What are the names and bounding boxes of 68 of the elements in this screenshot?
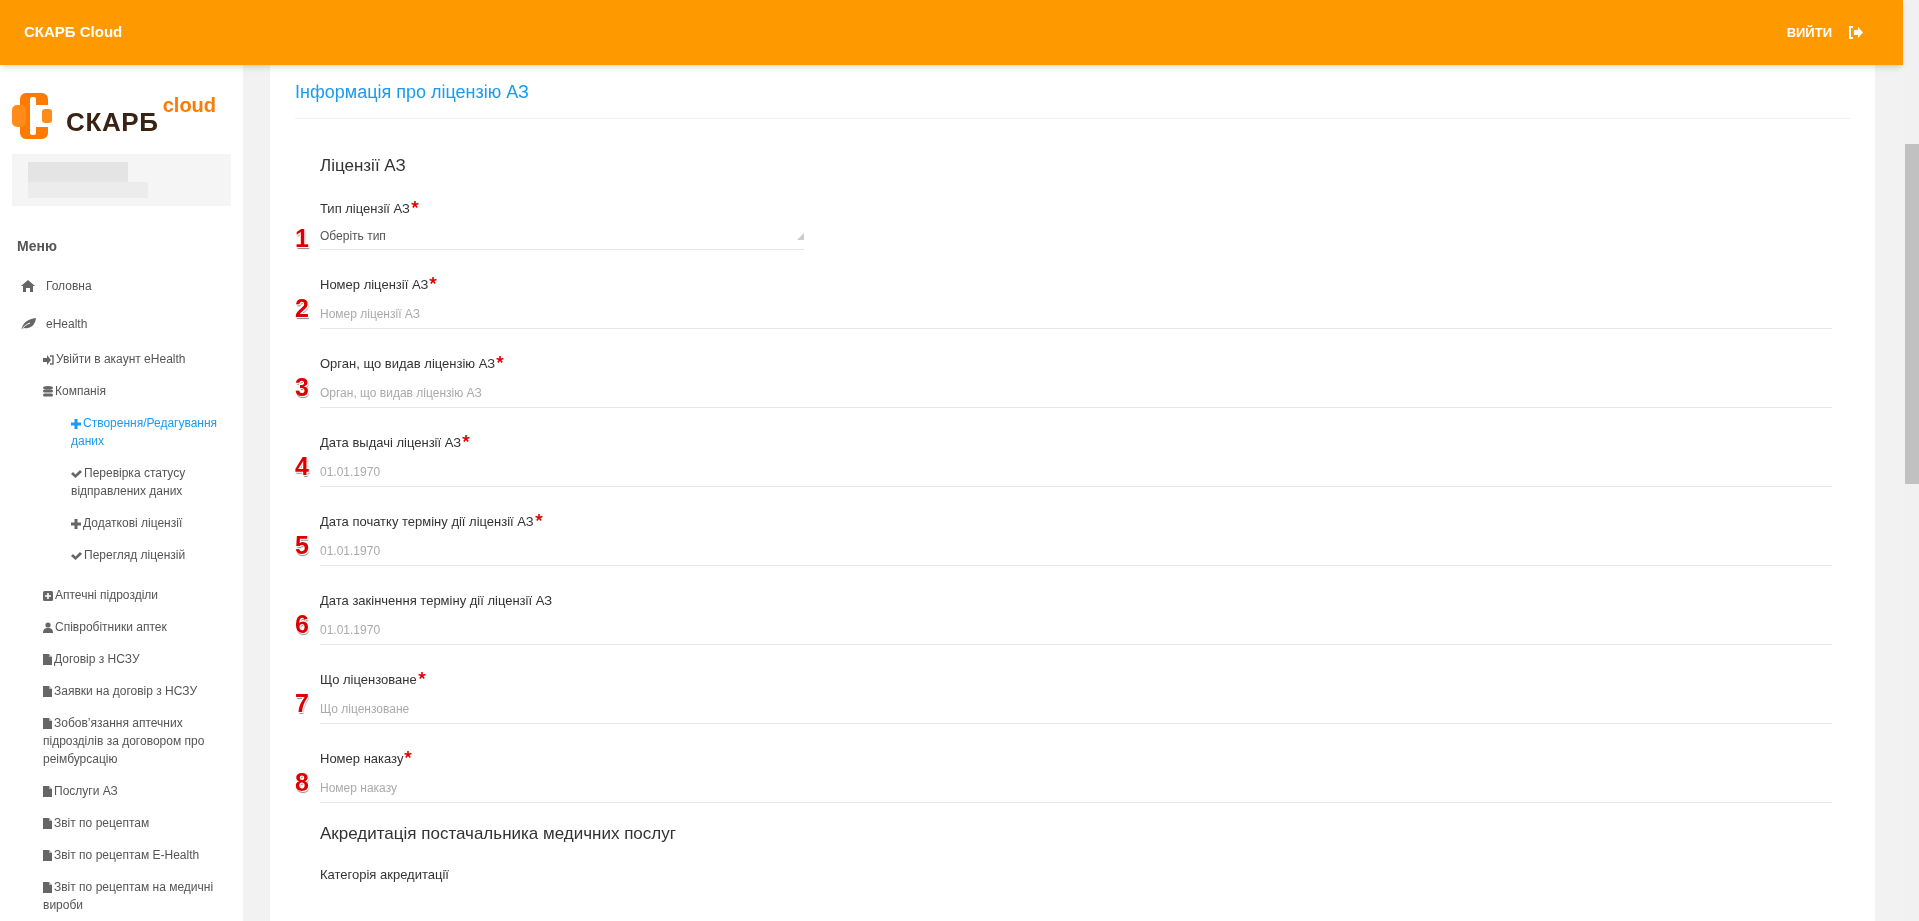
database-icon: [43, 386, 53, 398]
field-label: Дата початку терміну дії ліцензії АЗ: [320, 514, 534, 530]
menu-item[interactable]: Зобов’язання аптечних підрозділів за договором про реімбурсацію: [43, 707, 228, 775]
text-field[interactable]: Орган, що видав ліцензію АЗ: [320, 378, 1832, 408]
menu-item[interactable]: Увійти в акаунт eHealth: [43, 343, 228, 375]
step-number: 4: [295, 454, 309, 479]
menu-item[interactable]: Послуги АЗ: [43, 775, 228, 807]
user-icon: [43, 622, 53, 634]
resize-corner-icon: [797, 232, 804, 240]
field-label: Тип ліцензії АЗ: [320, 201, 410, 217]
menu-item[interactable]: Співробітники аптек: [43, 611, 228, 643]
text-field[interactable]: Номер наказу: [320, 773, 1832, 803]
step-number: 6: [295, 612, 309, 637]
menu-item[interactable]: Додаткові ліцензії: [71, 507, 231, 539]
menu-item[interactable]: Договір з НСЗУ: [43, 643, 228, 675]
plus-square-icon: [43, 590, 53, 601]
check-icon: [71, 551, 82, 561]
field-label: Дата закінчення терміну дії ліцензії АЗ: [320, 593, 553, 609]
step-number: 1: [295, 226, 309, 251]
file-icon: [43, 718, 52, 730]
menu-item[interactable]: Заявки на договір з НСЗУ: [43, 675, 228, 707]
menu-item[interactable]: Головна: [20, 267, 243, 305]
menu-item[interactable]: Звіт по рецептам на медичні вироби: [43, 871, 228, 921]
step-number: 5: [295, 533, 309, 558]
file-icon: [43, 654, 52, 666]
field-label: Категорія акредитації: [320, 867, 449, 883]
field-label: Номер наказу: [320, 751, 404, 767]
text-field[interactable]: 01.01.1970: [320, 536, 1832, 566]
section-title: Ліцензії АЗ: [320, 155, 407, 177]
text-field[interactable]: 01.01.1970: [320, 615, 1832, 645]
file-icon: [43, 818, 52, 830]
field-label: Що ліцензоване: [320, 672, 417, 688]
brand-title: СКАРБ Cloud: [24, 22, 123, 43]
home-icon: [21, 280, 35, 292]
menu-item[interactable]: Звіт по рецептам: [43, 807, 228, 839]
check-icon: [71, 469, 82, 479]
field-label: Дата выдачі ліцензії АЗ: [320, 435, 462, 451]
logout-icon[interactable]: [1848, 26, 1863, 39]
file-icon: [43, 686, 52, 698]
menu-title: Меню: [17, 237, 58, 256]
file-icon: [43, 850, 52, 862]
scroll-thumb[interactable]: [1905, 144, 1919, 484]
menu-item[interactable]: Перевірка статусу відправлених даних: [71, 457, 231, 507]
section-title: Акредитація постачальника медичних послуг: [320, 823, 677, 845]
menu-item[interactable]: Аптечні підрозділи: [43, 579, 228, 611]
field-label: Номер ліцензії АЗ: [320, 277, 429, 293]
page-title: Інформація про ліцензію АЗ: [295, 65, 1850, 119]
sign-in-icon: [43, 354, 54, 365]
text-field[interactable]: Номер ліцензії АЗ: [320, 299, 1832, 329]
step-number: 3: [295, 375, 309, 400]
step-number: 7: [295, 691, 309, 716]
menu-item[interactable]: Перегляд ліцензій: [71, 539, 231, 571]
text-field[interactable]: Що ліцензоване: [320, 694, 1832, 724]
plus-icon: [71, 518, 81, 529]
type-dropdown[interactable]: Оберіть тип: [320, 223, 804, 250]
logo-wordmark: СКАРБ: [66, 109, 159, 135]
leaf-icon: [20, 318, 36, 330]
text-field[interactable]: 01.01.1970: [320, 457, 1832, 487]
field-label: Орган, що видав ліцензію АЗ: [320, 356, 496, 372]
menu-item[interactable]: eHealth: [20, 305, 243, 343]
step-number: 2: [295, 296, 309, 321]
file-icon: [43, 882, 52, 894]
file-icon: [43, 786, 52, 798]
plus-icon: [71, 418, 81, 429]
menu-item[interactable]: Компанія: [43, 375, 228, 407]
step-number: 8: [295, 770, 309, 795]
menu-item[interactable]: Звіт по рецептам E-Health: [43, 839, 228, 871]
logo-suffix: cloud: [162, 95, 217, 115]
